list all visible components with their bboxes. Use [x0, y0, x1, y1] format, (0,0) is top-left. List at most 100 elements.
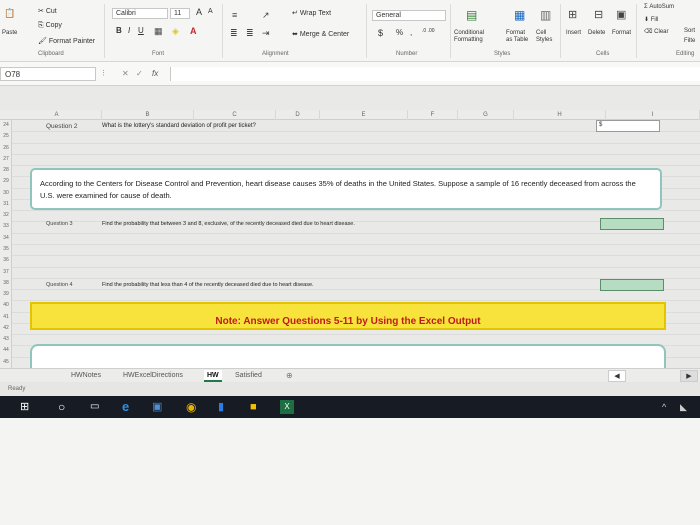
column-header[interactable]: D	[276, 110, 320, 120]
indent-icon[interactable]: ⇥	[262, 28, 270, 38]
search-icon[interactable]: ○	[58, 400, 72, 414]
column-header[interactable]: E	[320, 110, 408, 120]
format-painter-button[interactable]: 🖌 Format Painter	[38, 37, 95, 45]
name-box[interactable]: O78	[0, 67, 96, 81]
wrap-text-button[interactable]: ↵ Wrap Text	[292, 9, 331, 17]
column-header[interactable]: A	[12, 110, 102, 120]
cell-styles-button[interactable]: Cell Styles	[536, 30, 558, 44]
fill-color-icon[interactable]: ◈	[172, 26, 179, 36]
conditional-formatting-button[interactable]: Conditional Formatting	[454, 30, 502, 44]
enter-icon[interactable]: ✓	[136, 69, 143, 78]
row-header[interactable]: 33	[0, 223, 12, 229]
border-icon[interactable]: ▦	[154, 26, 163, 36]
number-format-select[interactable]: General	[372, 10, 446, 21]
italic-button[interactable]: I	[128, 26, 130, 35]
row-header[interactable]: 44	[0, 347, 12, 353]
row-header[interactable]: 34	[0, 235, 12, 241]
row-header[interactable]: 26	[0, 145, 12, 151]
autosum-button[interactable]: Σ AutoSum	[644, 4, 674, 10]
more-icon[interactable]: ⋮	[100, 69, 107, 77]
underline-button[interactable]: U	[138, 26, 144, 35]
format-button[interactable]: Format	[612, 30, 631, 36]
problem-text-box[interactable]: According to the Centers for Disease Con…	[30, 168, 662, 210]
scroll-left-icon[interactable]: ◀	[608, 370, 626, 382]
column-header[interactable]: H	[514, 110, 606, 120]
chevron-up-icon[interactable]: ^	[662, 400, 672, 414]
format-as-table-button[interactable]: Format as Table	[506, 30, 532, 44]
worksheet-grid[interactable]: A B C D E F G H I 24 25 26 27 28 29 30 31 32 33 34…	[0, 86, 700, 374]
paste-button[interactable]: Paste	[2, 30, 17, 36]
cut-button[interactable]: ✂ Cut	[38, 7, 57, 15]
row-header[interactable]: 37	[0, 269, 12, 275]
clear-button[interactable]: ⌫ Clear	[644, 28, 669, 35]
question-2-answer-cell[interactable]: $	[596, 120, 660, 132]
grow-font-button[interactable]: A	[196, 7, 202, 17]
excel-icon[interactable]: X	[280, 400, 294, 414]
store-icon[interactable]: ▣	[152, 400, 166, 414]
align-top-icon[interactable]: ≡	[232, 10, 237, 20]
row-header[interactable]: 39	[0, 291, 12, 297]
delete-cells-icon[interactable]: ⊟	[594, 10, 603, 21]
cell-styles-icon[interactable]: ▥	[540, 9, 551, 21]
column-header[interactable]: C	[194, 110, 276, 120]
task-view-icon[interactable]: ▭	[90, 400, 104, 414]
column-header[interactable]: I	[606, 110, 700, 120]
insert-button[interactable]: Insert	[566, 30, 581, 36]
decimal-buttons[interactable]: .0 .00	[422, 28, 435, 34]
tab-satisfied[interactable]: Satisfied	[232, 370, 265, 382]
row-header[interactable]: 24	[0, 122, 12, 128]
question-3-answer-cell[interactable]	[600, 218, 664, 230]
format-cells-icon[interactable]: ▣	[616, 10, 626, 21]
currency-button[interactable]: $	[378, 28, 383, 38]
scroll-right-icon[interactable]: ▶	[680, 370, 698, 382]
fx-icon[interactable]: fx	[152, 69, 158, 78]
fill-button[interactable]: ⬇ Fill	[644, 16, 658, 23]
row-header[interactable]: 45	[0, 359, 12, 365]
column-header[interactable]: G	[458, 110, 514, 120]
comma-button[interactable]: ,	[410, 28, 412, 37]
explorer-icon[interactable]: ■	[250, 400, 264, 414]
merge-center-button[interactable]: ⬌ Merge & Center	[292, 30, 349, 38]
windows-start-icon[interactable]: ⊞	[20, 400, 34, 414]
column-header[interactable]: B	[102, 110, 194, 120]
chrome-icon[interactable]: ◉	[186, 400, 200, 414]
tab-hwexceldirections[interactable]: HWExcelDirections	[120, 370, 186, 382]
row-header[interactable]: 41	[0, 314, 12, 320]
row-header[interactable]: 29	[0, 178, 12, 184]
paste-icon[interactable]: 📋	[4, 8, 15, 19]
copy-button[interactable]: ⎘ Copy	[38, 22, 62, 30]
row-header[interactable]: 31	[0, 201, 12, 207]
row-header[interactable]: 38	[0, 280, 12, 286]
row-header[interactable]: 42	[0, 325, 12, 331]
row-header[interactable]: 25	[0, 133, 12, 139]
row-header[interactable]: 30	[0, 190, 12, 196]
align-center-icon[interactable]: ≣	[246, 28, 254, 38]
orientation-icon[interactable]: ↗	[262, 10, 270, 20]
delete-button[interactable]: Delete	[588, 30, 605, 36]
conditional-formatting-icon[interactable]: ▤	[466, 9, 477, 21]
sort-button[interactable]: Sort	[684, 28, 695, 34]
align-left-icon[interactable]: ≣	[230, 28, 238, 38]
row-header[interactable]: 27	[0, 156, 12, 162]
font-name-select[interactable]: Calibri	[112, 8, 168, 19]
row-header[interactable]: 35	[0, 246, 12, 252]
folder-icon[interactable]: ▮	[218, 400, 232, 414]
row-header[interactable]: 40	[0, 302, 12, 308]
shrink-font-button[interactable]: A	[208, 8, 213, 15]
column-header[interactable]: F	[408, 110, 458, 120]
edge-browser-icon[interactable]: e	[122, 400, 136, 414]
row-header[interactable]: 36	[0, 257, 12, 263]
row-header[interactable]: 32	[0, 212, 12, 218]
cancel-icon[interactable]: ✕	[122, 69, 129, 78]
font-size-select[interactable]: 11	[170, 8, 190, 19]
format-table-icon[interactable]: ▦	[514, 9, 525, 21]
row-header[interactable]: 43	[0, 336, 12, 342]
wifi-icon[interactable]: ◣	[680, 400, 692, 414]
row-header[interactable]: 28	[0, 167, 12, 173]
filter-button[interactable]: Filte	[684, 38, 695, 44]
insert-cells-icon[interactable]: ⊞	[568, 10, 577, 21]
percent-button[interactable]: %	[396, 28, 403, 37]
tab-hw[interactable]: HW	[204, 370, 222, 382]
tab-hwnotes[interactable]: HWNotes	[68, 370, 104, 382]
bold-button[interactable]: B	[116, 26, 122, 35]
